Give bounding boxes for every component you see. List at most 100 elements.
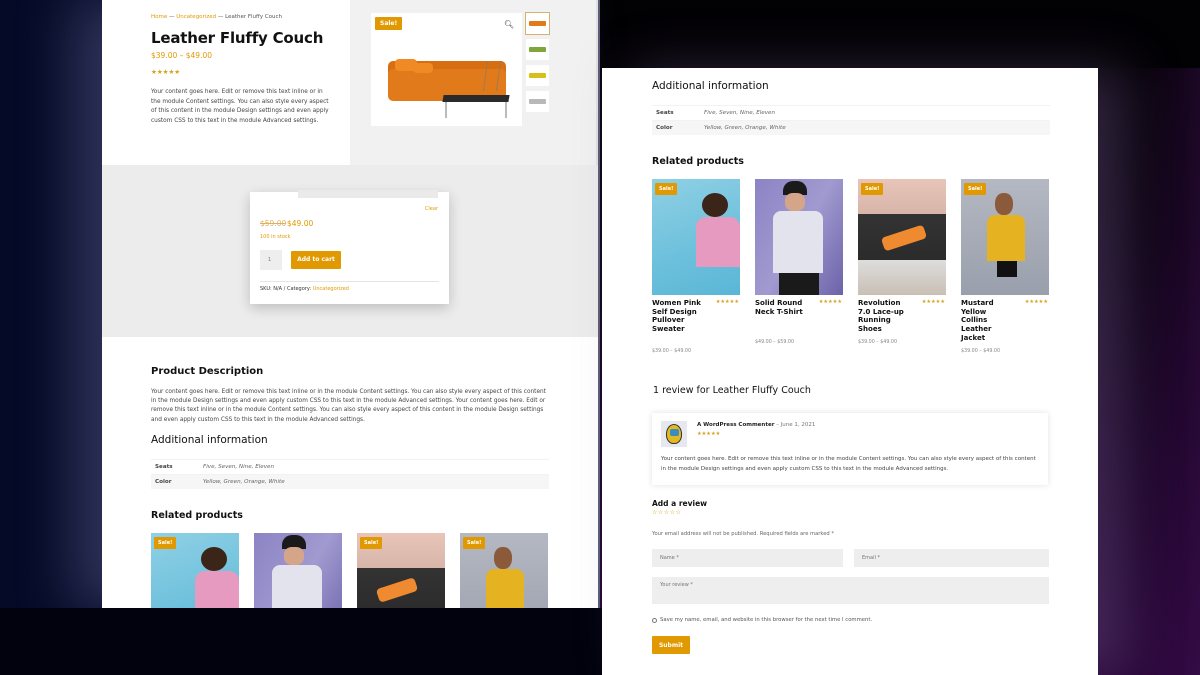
related-product-name[interactable]: Revolution 7.0 Lace-up Running Shoes [858,299,908,334]
product-gallery: Sale! 🔍︎ [350,0,598,165]
add-review-heading: Add a review [652,499,708,508]
product-rating-stars[interactable]: ★★★★★ [151,68,180,76]
related-product-card[interactable]: Sale! [460,533,548,608]
sale-badge: Sale! [964,183,987,195]
product-main-image[interactable]: Sale! 🔍︎ [371,13,522,126]
sku-label: SKU: N/A / Category: [260,286,313,292]
related-product-price: $39.00 – $49.00 [858,340,898,345]
quantity-input[interactable]: 1 [260,250,282,270]
product-image-tshirt[interactable] [755,179,843,295]
save-info-checkbox[interactable] [652,617,657,623]
sale-badge: Sale! [861,183,884,195]
avatar [661,421,687,447]
thumbnail-orange-couch[interactable] [525,12,550,35]
breadcrumb-category[interactable]: Uncategorized [176,14,216,20]
background-top-bar [602,0,1200,68]
related-product-card[interactable]: Sale! Revolution 7.0 Lace-up Running Sho… [858,179,946,345]
related-product-stars: ★★★★★ [715,299,739,305]
stock-status: 100 in stock [260,234,291,240]
review-text: Your content goes here. Edit or remove t… [661,456,1036,472]
product-image-sweater[interactable]: Sale! [652,179,740,295]
attr-row-color: Color Yellow, Green, Orange, White [151,474,549,489]
related-product-price: $39.00 – $49.00 [652,349,692,354]
review-card: A WordPress Commenter – June 1, 2021 ★★★… [652,413,1048,485]
related-product-card[interactable]: Solid Round Neck T-Shirt ★★★★★ $49.00 – … [755,179,843,345]
required-fields-note: Your email address will not be published… [652,531,834,537]
product-image-jacket[interactable]: Sale! [961,179,1049,295]
product-image-shoes[interactable]: Sale! [357,533,445,608]
product-image-shoes[interactable]: Sale! [858,179,946,295]
search-icon[interactable]: 🔍︎ [504,20,514,29]
sale-price: $49.00 [287,219,314,228]
review-stars: ★★★★★ [697,431,721,437]
related-products-grid: Sale! Women Pink Self Design Pullover Sw… [652,179,1049,354]
related-products-heading: Related products [652,156,744,167]
product-title: Leather Fluffy Couch [151,29,324,47]
table-leg [505,102,507,118]
related-product-stars: ★★★★★ [921,299,945,305]
save-info-label: Save my name, email, and website in this… [660,617,873,623]
thumbnail-white-couch[interactable] [526,91,549,112]
email-field[interactable] [854,549,1049,567]
add-to-cart-card: Clear $59.00 $49.00 100 in stock 1 Add t… [250,190,449,304]
sale-badge: Sale! [655,183,678,195]
breadcrumb-current: Leather Fluffy Couch [225,14,283,20]
thumbnail-green-couch[interactable] [526,39,549,60]
old-price: $59.00 [260,219,287,228]
product-image-jacket[interactable]: Sale! [460,533,548,608]
related-product-card[interactable] [254,533,342,608]
product-short-description: Your content goes here. Edit or remove t… [151,89,329,124]
product-summary: Home — Uncategorized — Leather Fluffy Co… [102,0,350,165]
thumbnail-yellow-couch[interactable] [526,65,549,86]
attr-value: Five, Seven, Nine, Eleven [203,464,275,470]
breadcrumb: Home — Uncategorized — Leather Fluffy Co… [151,14,282,20]
gallery-thumbnails [525,12,550,117]
scrollbar[interactable] [596,0,598,165]
clear-variation-link[interactable]: Clear [425,206,438,212]
related-product-name[interactable]: Women Pink Self Design Pullover Sweater [652,299,702,334]
product-image-tshirt[interactable] [254,533,342,608]
coffee-table [442,95,510,102]
related-product-card[interactable]: Sale! Women Pink Self Design Pullover Sw… [652,179,740,354]
review-meta: A WordPress Commenter – June 1, 2021 [697,422,815,428]
related-product-card[interactable]: Sale! [357,533,445,608]
product-image-sweater[interactable]: Sale! [151,533,239,608]
related-product-stars: ★★★★★ [1024,299,1048,305]
attr-key: Seats [656,110,674,116]
additional-info-heading: Additional information [652,80,769,92]
background-bottom-bar [0,608,602,675]
product-price-range: $39.00 – $49.00 [151,51,213,60]
attr-key: Color [656,125,673,131]
save-info-checkbox-row[interactable]: Save my name, email, and website in this… [652,617,872,623]
related-product-card[interactable]: Sale! Mustard Yellow Collins Leather Jac… [961,179,1049,354]
product-page-top-screenshot: Home — Uncategorized — Leather Fluffy Co… [102,0,598,608]
related-product-name[interactable]: Mustard Yellow Collins Leather Jacket [961,299,1011,343]
attr-row-color: Color Yellow, Green, Orange, White [652,120,1050,135]
sale-badge: Sale! [360,537,383,549]
product-page-bottom-screenshot: Additional information Seats Five, Seven,… [602,68,1098,675]
add-to-cart-button[interactable]: Add to cart [291,251,341,269]
rating-input-stars[interactable]: ☆☆☆☆☆ [652,509,681,516]
name-field[interactable] [652,549,843,567]
related-product-card[interactable]: Sale! [151,533,239,608]
attr-row-seats: Seats Five, Seven, Nine, Eleven [151,459,549,474]
review-textarea[interactable] [652,577,1049,604]
reviews-heading: 1 review for Leather Fluffy Couch [653,385,811,396]
review-author: A WordPress Commenter [697,422,775,428]
background-glow [1140,0,1200,675]
product-description-text: Your content goes here. Edit or remove t… [151,389,546,423]
submit-button[interactable]: Submit [652,636,690,654]
variation-select[interactable] [298,190,438,198]
category-link[interactable]: Uncategorized [313,286,349,292]
related-product-name[interactable]: Solid Round Neck T-Shirt [755,299,805,316]
related-product-price: $39.00 – $49.00 [961,349,1001,354]
breadcrumb-home[interactable]: Home [151,14,167,20]
attr-key: Color [155,479,172,485]
sale-badge: Sale! [154,537,177,549]
related-products-grid: Sale! Sale! Sale! [151,533,548,608]
attr-value: Yellow, Green, Orange, White [203,479,285,485]
breadcrumb-separator: — [167,14,177,20]
wordpress-logo-icon [670,429,679,436]
review-date: – June 1, 2021 [774,422,816,428]
related-product-stars: ★★★★★ [818,299,842,305]
